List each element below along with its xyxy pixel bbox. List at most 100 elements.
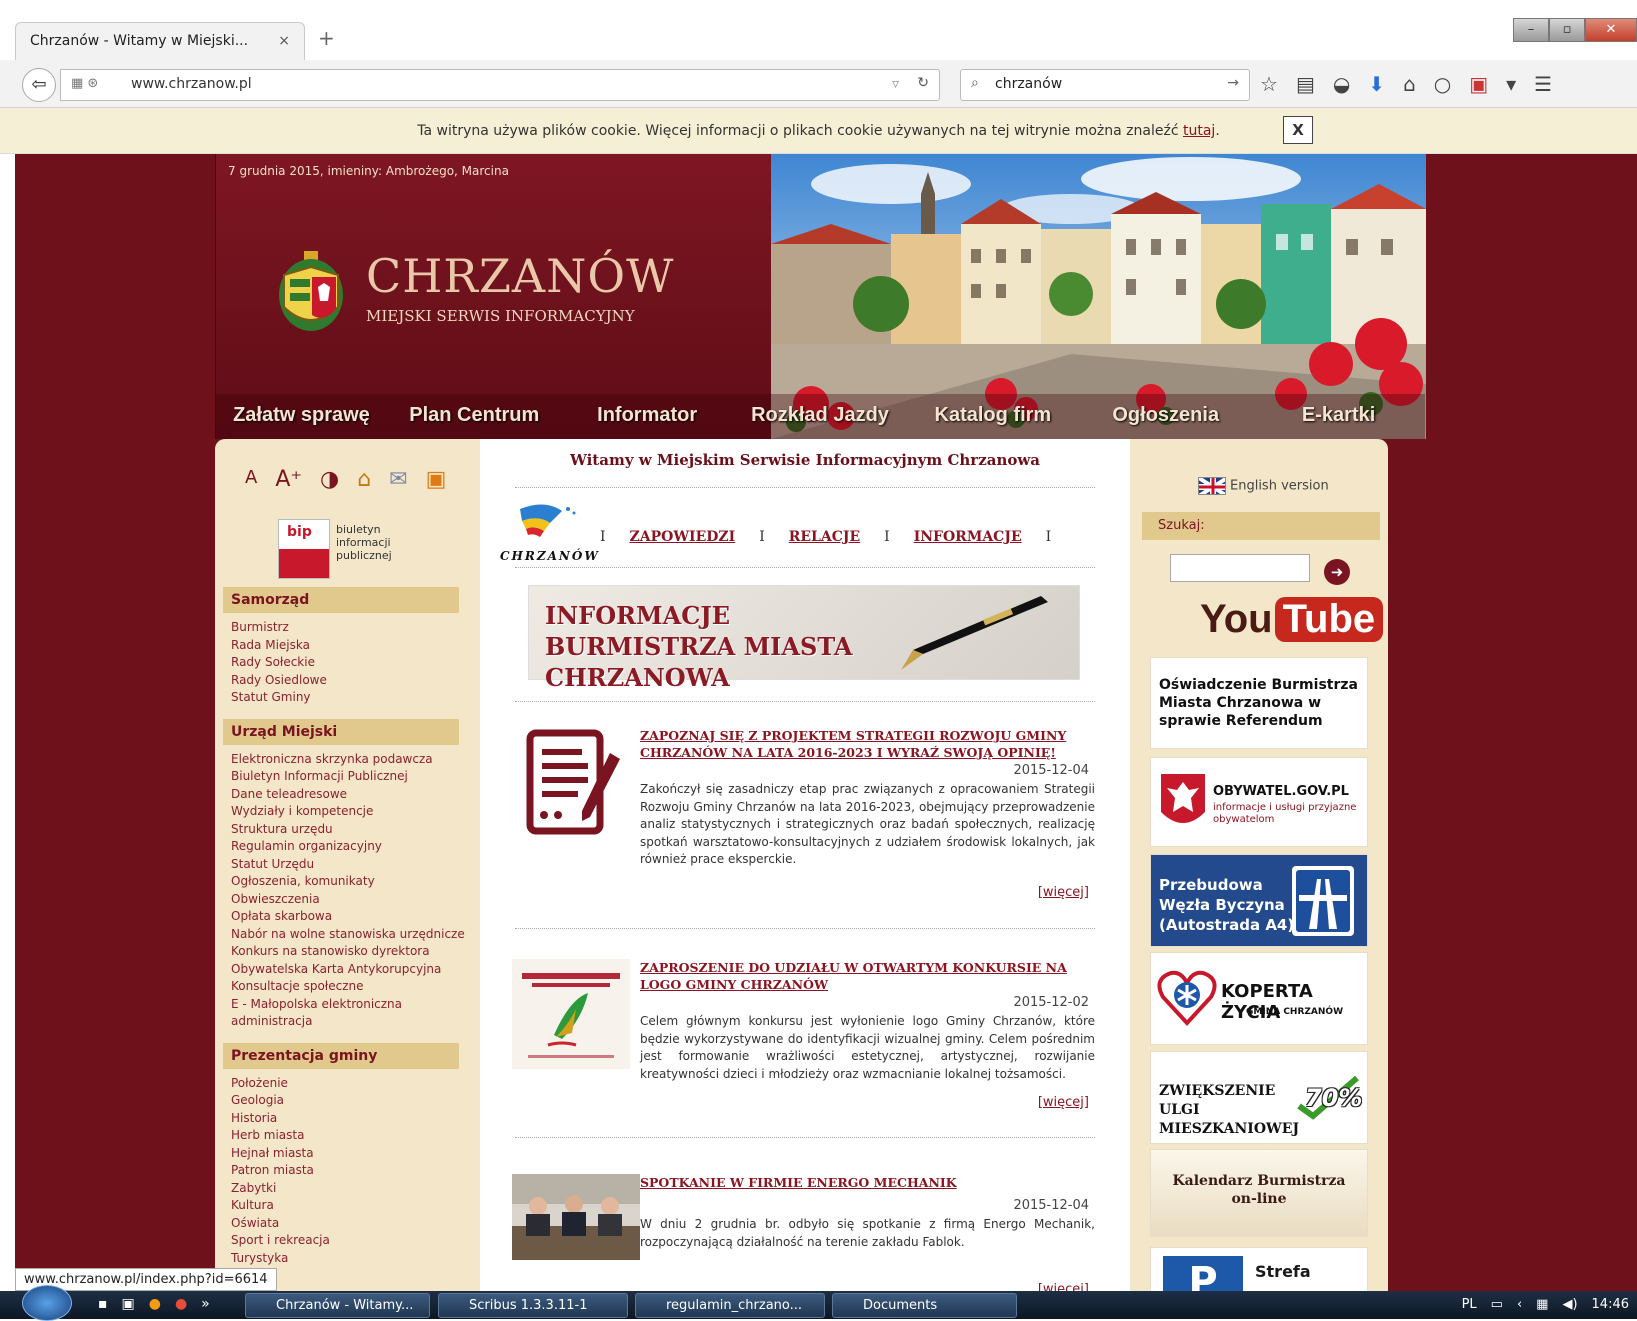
more-link[interactable]: [więcej] xyxy=(1038,1282,1089,1291)
link-item[interactable]: Obwieszczenia xyxy=(231,891,473,909)
rss-icon[interactable]: ▣ xyxy=(426,467,447,492)
download-icon[interactable]: ⬇ xyxy=(1368,72,1385,96)
font-larger-button[interactable]: A⁺ xyxy=(275,467,302,492)
quick-launch-icon[interactable]: ● xyxy=(175,1296,187,1312)
link-informacje[interactable]: INFORMACJE xyxy=(914,529,1022,545)
link-item[interactable]: Hejnał miasta xyxy=(231,1145,473,1163)
link-item[interactable]: Konsultacje społeczne xyxy=(231,978,473,996)
news-title[interactable]: SPOTKANIE W FIRMIE ENERGO MECHANIK xyxy=(640,1174,1090,1191)
nav-informator[interactable]: Informator xyxy=(561,394,734,439)
search-input[interactable]: chrzanów xyxy=(995,76,1062,92)
close-window-button[interactable]: ✕ xyxy=(1585,18,1637,42)
reading-list-icon[interactable]: ▤ xyxy=(1296,72,1315,96)
burmistrz-banner[interactable]: INFORMACJE BURMISTRZA MIASTA CHRZANOWA xyxy=(528,585,1080,692)
taskbar-item-scribus[interactable]: Scribus 1.3.3.11-1 xyxy=(438,1293,628,1318)
link-item[interactable]: Konkurs na stanowisko dyrektora xyxy=(231,943,473,961)
reload-icon[interactable]: ↻ xyxy=(917,75,929,91)
bip-logo[interactable]: bip biuletyn informacji publicznej xyxy=(278,519,408,579)
cookie-link[interactable]: tutaj xyxy=(1183,123,1215,139)
site-search-input[interactable] xyxy=(1170,554,1310,582)
referendum-statement-banner[interactable]: Oświadczenie Burmistrza Miasta Chrzanowa… xyxy=(1150,657,1368,749)
nav-katalog-firm[interactable]: Katalog firm xyxy=(906,394,1079,439)
link-item[interactable]: Statut Urzędu xyxy=(231,856,473,874)
link-item[interactable]: Geologia xyxy=(231,1092,473,1110)
taskbar-item-documents[interactable]: Documents xyxy=(832,1293,1017,1318)
link-rady-soleckie[interactable]: Rady Sołeckie xyxy=(231,654,473,672)
link-item[interactable]: Zabytki xyxy=(231,1180,473,1198)
news-title[interactable]: ZAPOZNAJ SIĘ Z PROJEKTEM STRATEGII ROZWO… xyxy=(640,727,1090,761)
nav-plan-centrum[interactable]: Plan Centrum xyxy=(388,394,561,439)
obywatel-gov-banner[interactable]: OBYWATEL.GOV.PL informacje i usługi przy… xyxy=(1150,757,1368,847)
link-burmistrz[interactable]: Burmistrz xyxy=(231,619,473,637)
addon-menu-icon[interactable]: ▾ xyxy=(1506,72,1516,96)
quick-launch-icon[interactable]: ● xyxy=(149,1296,161,1312)
link-item[interactable]: Elektroniczna skrzynka podawcza xyxy=(231,751,473,769)
link-item[interactable]: Regulamin organizacyjny xyxy=(231,838,473,856)
network-icon[interactable]: ▦ xyxy=(1536,1297,1548,1312)
maximize-button[interactable]: ▫ xyxy=(1549,18,1585,42)
link-item[interactable]: administracja xyxy=(231,1013,473,1031)
link-item[interactable]: Herb miasta xyxy=(231,1127,473,1145)
more-link[interactable]: [więcej] xyxy=(1038,1095,1089,1110)
link-item[interactable]: Sport i rekreacja xyxy=(231,1232,473,1250)
start-button[interactable] xyxy=(22,1285,72,1321)
chat-icon[interactable]: ○ xyxy=(1434,72,1451,96)
link-relacje[interactable]: RELACJE xyxy=(789,529,860,545)
nav-ogloszenia[interactable]: Ogłoszenia xyxy=(1079,394,1252,439)
link-item[interactable]: Dane teleadresowe xyxy=(231,786,473,804)
home-page-icon[interactable]: ⌂ xyxy=(357,467,371,492)
volume-icon[interactable]: ◀) xyxy=(1562,1297,1577,1312)
tray-expand-icon[interactable]: ‹ xyxy=(1517,1297,1522,1312)
link-item[interactable]: Położenie xyxy=(231,1075,473,1093)
link-item[interactable]: Oświata xyxy=(231,1215,473,1233)
minimize-button[interactable]: – xyxy=(1513,18,1549,42)
language-indicator[interactable]: PL xyxy=(1462,1297,1477,1312)
news-title[interactable]: ZAPROSZENIE DO UDZIAŁU W OTWARTYM KONKUR… xyxy=(640,959,1090,993)
taskbar-item-firefox[interactable]: Chrzanów - Witamy... xyxy=(245,1293,430,1318)
link-item[interactable]: Historia xyxy=(231,1110,473,1128)
wezel-byczyna-banner[interactable]: Przebudowa Węzła Byczyna (Autostrada A4) xyxy=(1150,854,1368,947)
ulga-mieszkaniowa-banner[interactable]: ZWIĘKSZENIE ULGI MIESZKANIOWEJ 70% xyxy=(1150,1051,1368,1144)
search-bar[interactable]: ⌕ chrzanów → xyxy=(960,69,1250,101)
back-button[interactable]: ⇦ xyxy=(22,68,56,102)
taskbar-item-pdf[interactable]: regulamin_chrzano... xyxy=(635,1293,825,1318)
nav-rozklad-jazdy[interactable]: Rozkład Jazdy xyxy=(734,394,907,439)
url-bar[interactable]: ▦ ⊛ www.chrzanow.pl ▿ ↻ xyxy=(60,69,940,101)
search-go-icon[interactable]: → xyxy=(1227,75,1239,91)
site-identity-icon[interactable]: ▦ ⊛ xyxy=(71,76,98,91)
cookie-close-button[interactable]: X xyxy=(1283,116,1313,144)
link-rady-osiedlowe[interactable]: Rady Osiedlowe xyxy=(231,672,473,690)
koperta-zycia-banner[interactable]: KOPERTA ŻYCIA GMINA CHRZANÓW xyxy=(1150,952,1368,1045)
home-icon[interactable]: ⌂ xyxy=(1403,72,1416,96)
bookmark-star-icon[interactable]: ☆ xyxy=(1260,72,1278,96)
tab-close-icon[interactable]: × xyxy=(278,33,290,49)
link-item[interactable]: Ogłoszenia, komunikaty xyxy=(231,873,473,891)
quick-launch-icon[interactable]: ▪ xyxy=(98,1296,108,1312)
keyboard-icon[interactable]: ▭ xyxy=(1491,1297,1503,1312)
hamburger-menu-icon[interactable]: ☰ xyxy=(1534,72,1552,96)
english-version-link[interactable]: English version xyxy=(1198,477,1329,495)
link-item[interactable]: Struktura urzędu xyxy=(231,821,473,839)
nav-zalatw-sprawe[interactable]: Załatw sprawę xyxy=(215,394,388,439)
strefa-parkowania-banner[interactable]: P Strefa xyxy=(1150,1247,1368,1291)
browser-tab[interactable]: Chrzanów - Witamy w Miejski... × xyxy=(15,22,305,60)
link-item[interactable]: Turystyka xyxy=(231,1250,473,1268)
pocket-icon[interactable]: ◒ xyxy=(1333,72,1350,96)
url-dropdown-icon[interactable]: ▿ xyxy=(892,76,899,92)
quick-launch-more-icon[interactable]: » xyxy=(201,1296,210,1312)
link-rada-miejska[interactable]: Rada Miejska xyxy=(231,637,473,655)
link-item[interactable]: Obywatelska Karta Antykorupcyjna xyxy=(231,961,473,979)
link-zapowiedzi[interactable]: ZAPOWIEDZI xyxy=(630,529,736,545)
site-search-go-icon[interactable]: ➜ xyxy=(1324,559,1350,585)
link-item[interactable]: Biuletyn Informacji Publicznej xyxy=(231,768,473,786)
addon-icon[interactable]: ▣ xyxy=(1469,72,1488,96)
link-item[interactable]: Wydziały i kompetencje xyxy=(231,803,473,821)
clock[interactable]: 14:46 xyxy=(1592,1297,1629,1312)
nav-e-kartki[interactable]: E-kartki xyxy=(1252,394,1425,439)
quick-launch-icon[interactable]: ▣ xyxy=(122,1296,135,1312)
kalendarz-burmistrza-banner[interactable]: Kalendarz Burmistrza on-line xyxy=(1150,1149,1368,1237)
link-item[interactable]: E - Małopolska elektroniczna xyxy=(231,996,473,1014)
link-statut-gminy[interactable]: Statut Gminy xyxy=(231,689,473,707)
more-link[interactable]: [więcej] xyxy=(1038,885,1089,900)
contrast-icon[interactable]: ◑ xyxy=(320,467,339,492)
